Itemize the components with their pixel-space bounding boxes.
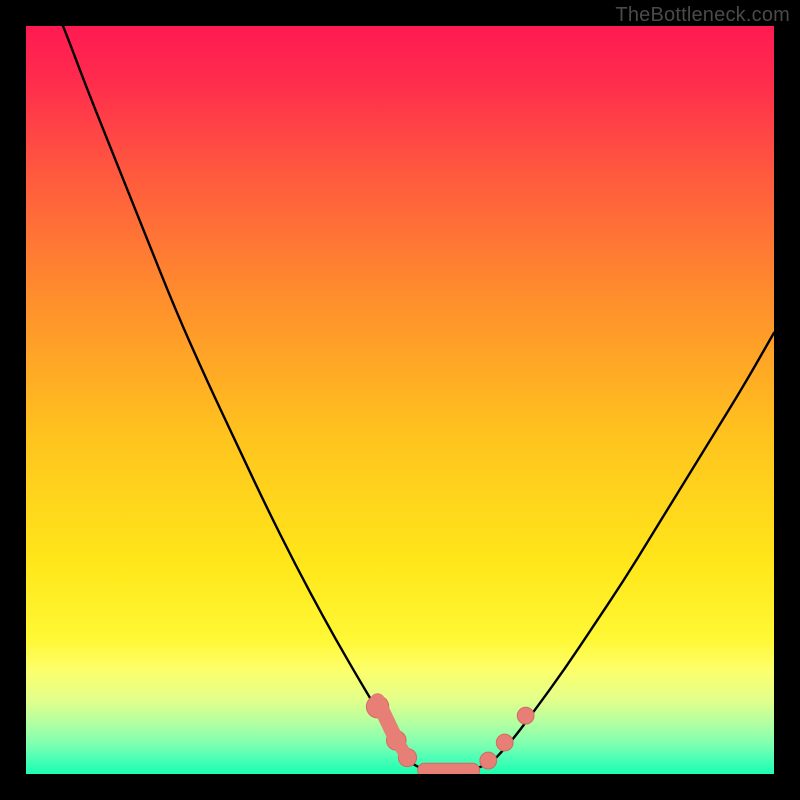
outer-frame: TheBottleneck.com	[0, 0, 800, 800]
valley-diag-pill	[378, 701, 394, 735]
valley-diag-pill	[397, 741, 407, 757]
valley-pill-marker	[418, 763, 480, 774]
bottleneck-curve	[26, 26, 774, 773]
valley-marker	[496, 734, 513, 751]
v-curve-path	[26, 26, 774, 773]
valley-marker	[517, 707, 534, 724]
valley-markers	[366, 695, 534, 774]
valley-marker	[480, 752, 497, 769]
curve-layer	[26, 26, 774, 774]
watermark-text: TheBottleneck.com	[615, 4, 790, 27]
plot-area	[26, 26, 774, 774]
